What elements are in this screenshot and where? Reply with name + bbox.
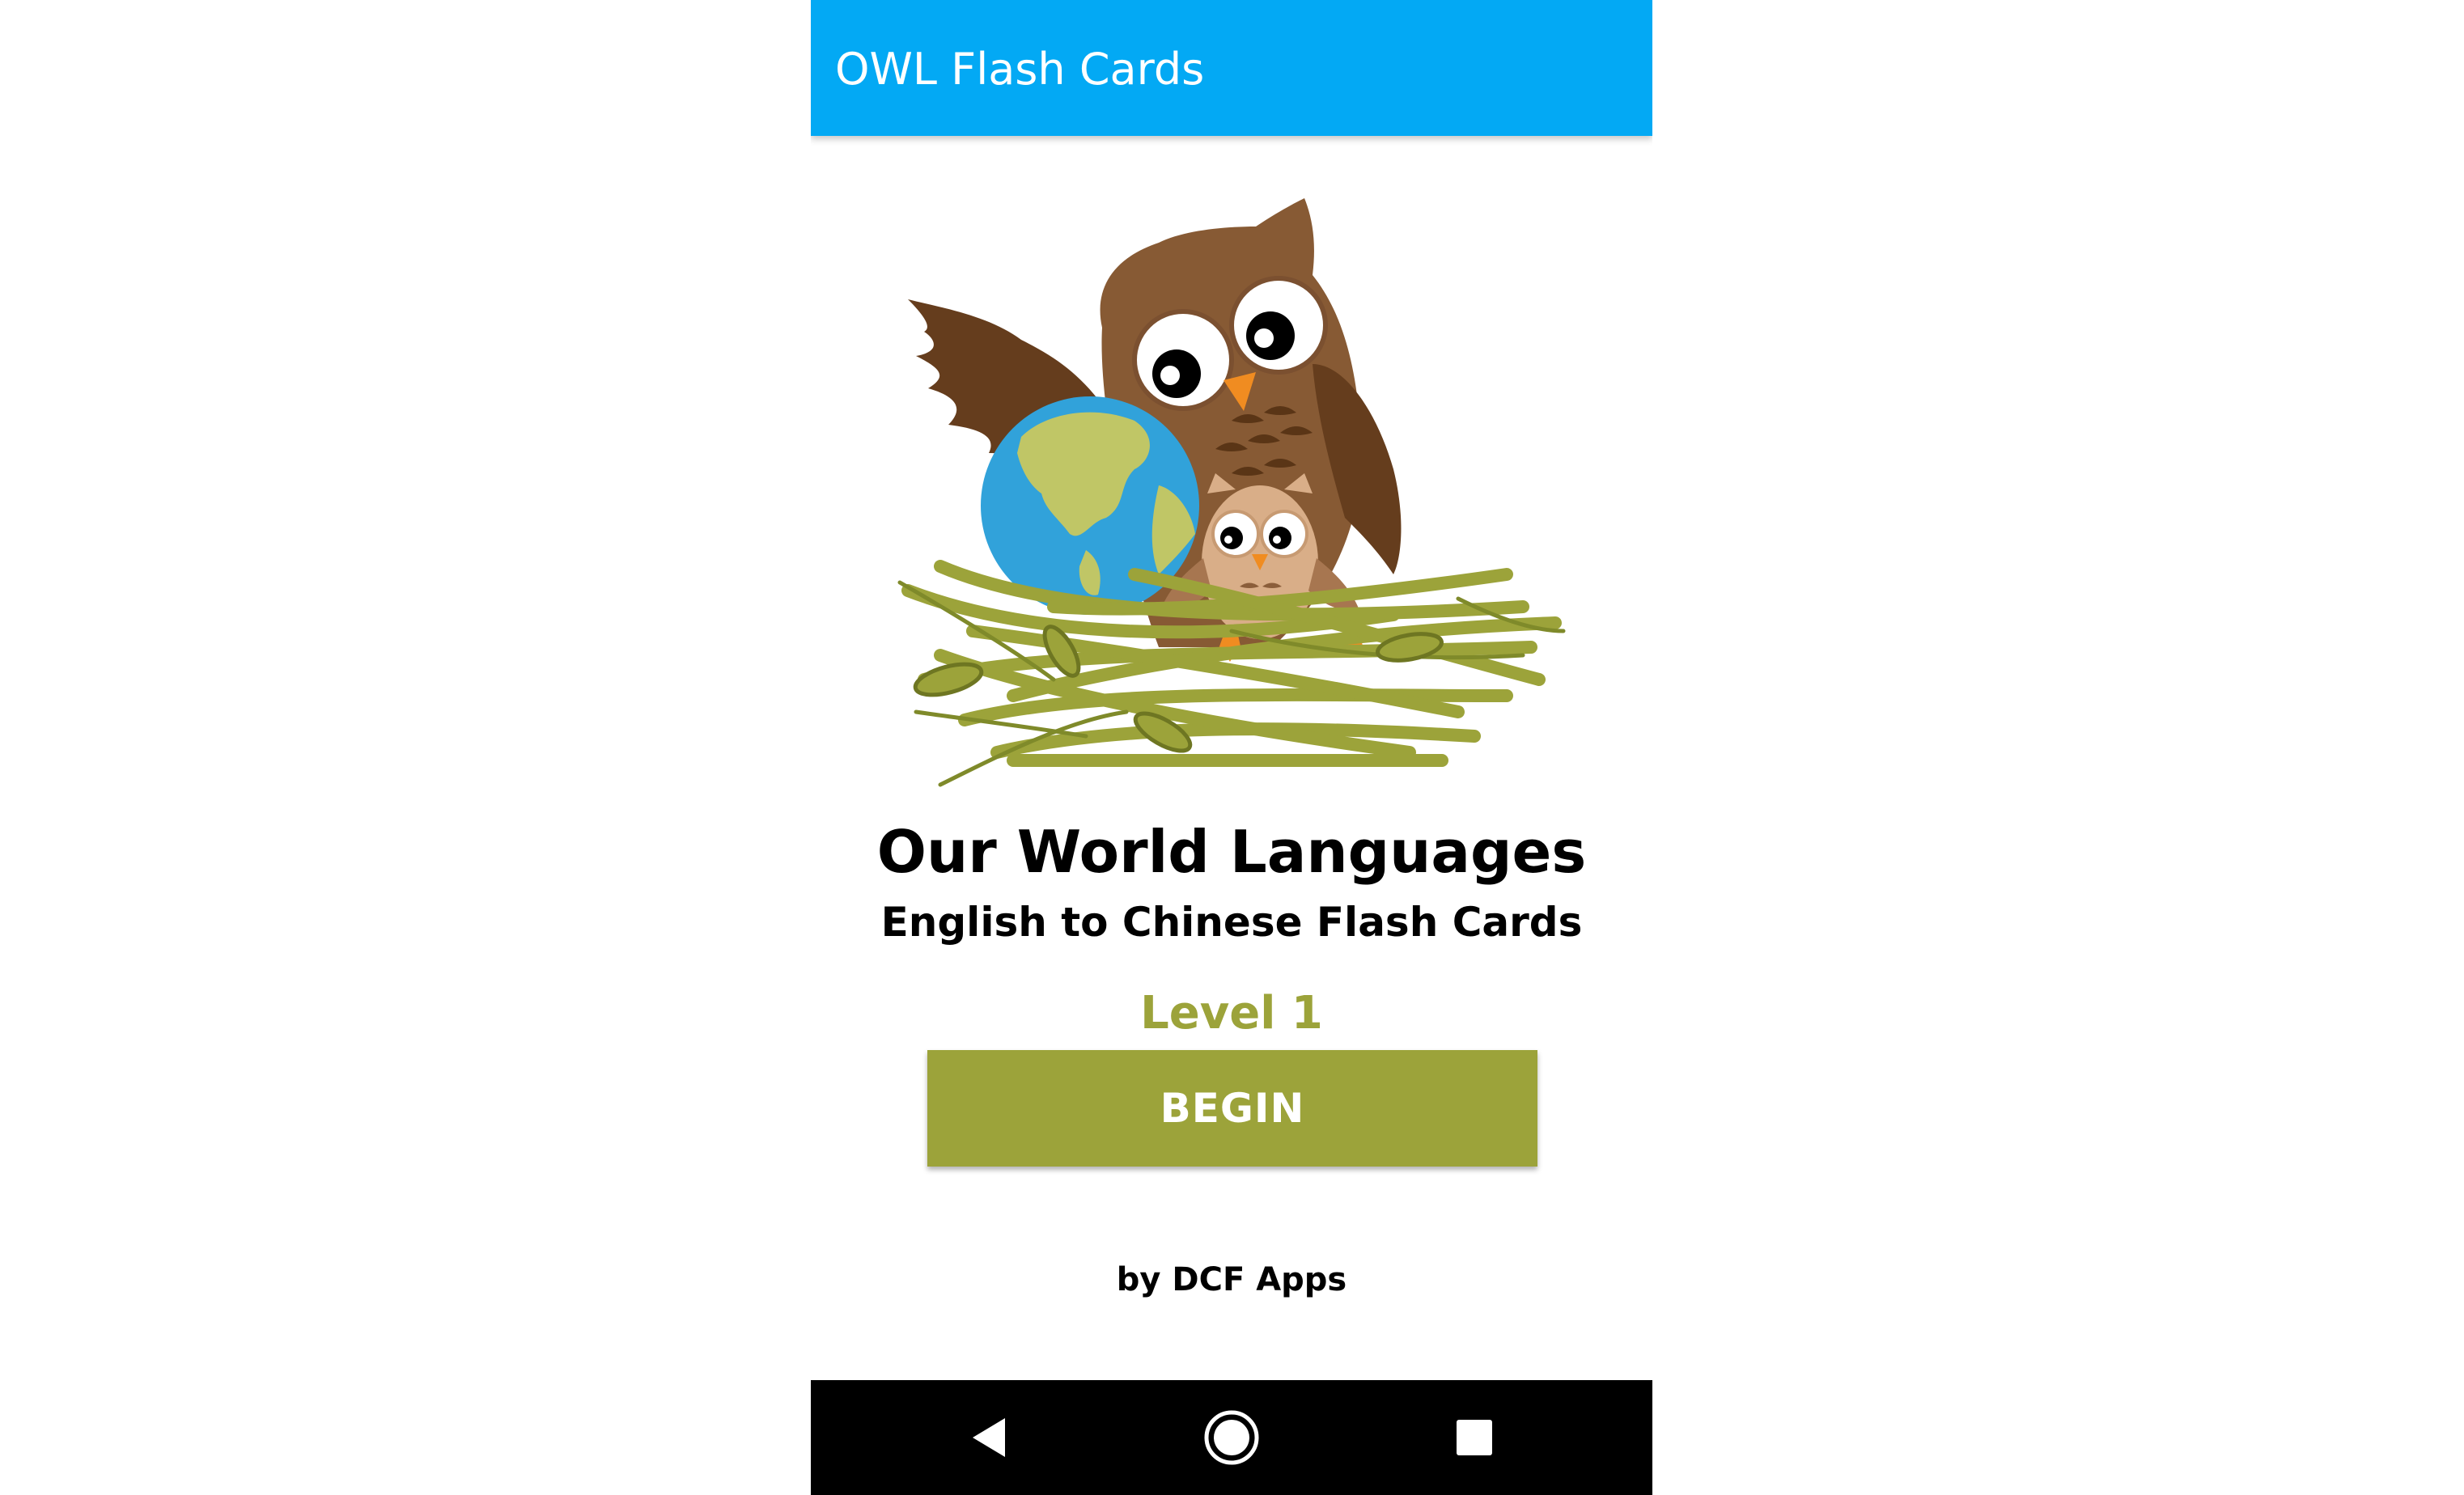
home-icon[interactable] [1199, 1405, 1264, 1470]
back-icon[interactable] [958, 1405, 1023, 1470]
app-screen: OWL Flash Cards Our World Languages Engl… [811, 0, 1652, 1495]
app-subheading: English to Chinese Flash Cards [880, 899, 1583, 946]
app-heading: Our World Languages [876, 818, 1587, 886]
app-bar: OWL Flash Cards [811, 0, 1652, 136]
recents-icon[interactable] [1442, 1405, 1507, 1470]
byline: by DCF Apps [1116, 1261, 1347, 1298]
app-title: OWL Flash Cards [835, 44, 1205, 95]
level-label: Level 1 [1140, 987, 1323, 1040]
system-navigation-bar [811, 1380, 1652, 1495]
begin-button[interactable]: BEGIN [927, 1050, 1537, 1167]
owl-logo-icon [892, 194, 1571, 793]
